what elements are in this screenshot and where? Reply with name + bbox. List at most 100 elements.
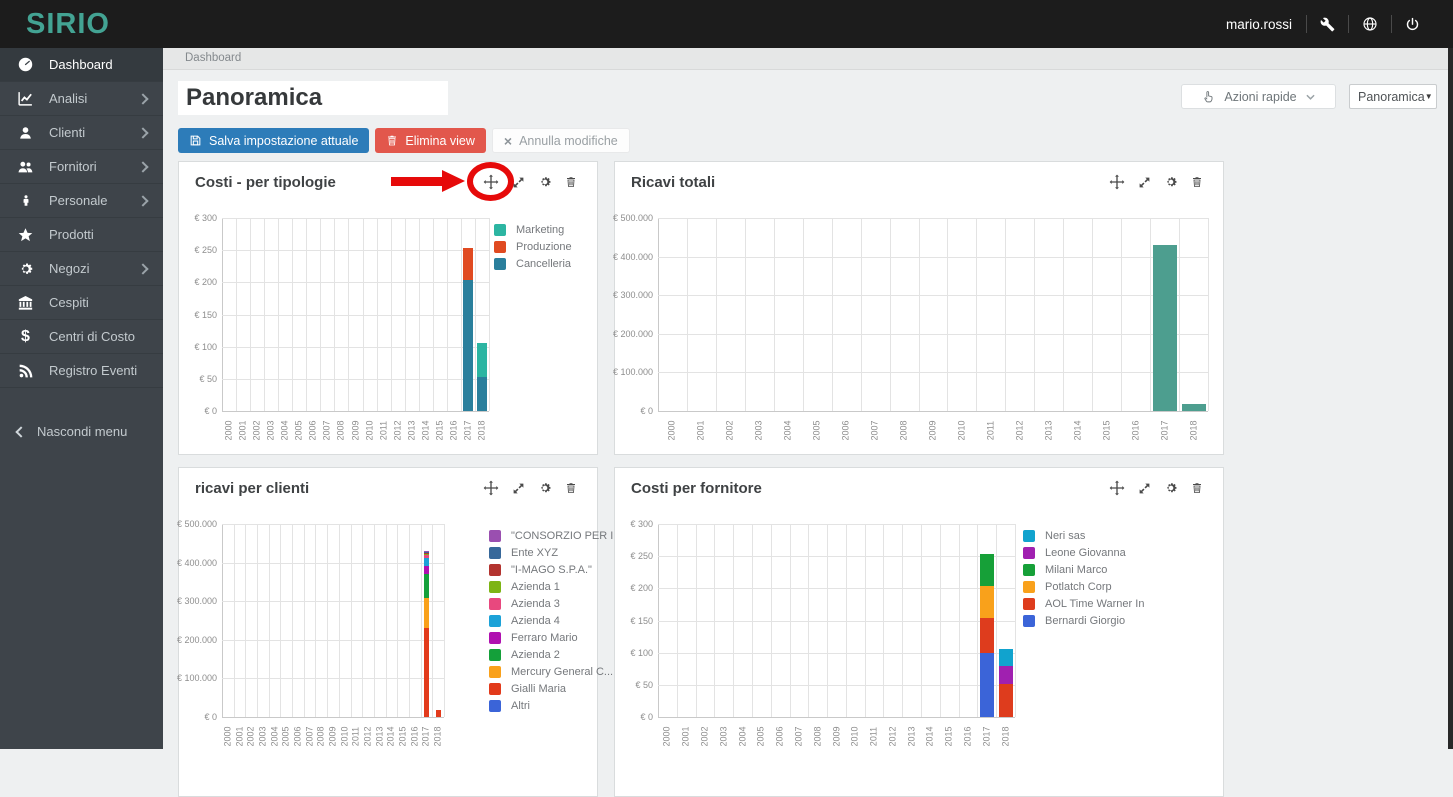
legend-item[interactable]: Altri (489, 700, 622, 712)
gridline (409, 524, 410, 717)
gridline (658, 218, 1208, 219)
legend-label: Azienda 3 (511, 598, 560, 610)
bar-segment (424, 566, 429, 574)
y-axis-tick: € 0 (177, 712, 217, 722)
save-button[interactable]: Salva impostazione attuale (178, 128, 369, 153)
collapse-menu-button[interactable]: Nascondi menu (0, 415, 163, 448)
x-axis-tick: 2005 (812, 418, 823, 444)
sidebar-item-dashboard[interactable]: Dashboard (0, 48, 163, 82)
gridline (374, 524, 375, 717)
gear-icon[interactable] (1164, 481, 1178, 495)
x-axis-tick: 2006 (775, 724, 786, 750)
expand-icon[interactable] (512, 482, 525, 495)
bar-segment (424, 552, 429, 553)
chevron-right-icon (137, 263, 148, 274)
gridline (658, 411, 1208, 412)
trash-icon[interactable] (1191, 481, 1203, 495)
gridline (222, 601, 444, 602)
move-icon[interactable] (483, 480, 499, 496)
power-icon[interactable] (1392, 17, 1433, 32)
delete-view-button[interactable]: Elimina view (375, 128, 485, 153)
gridline (222, 524, 444, 525)
expand-icon[interactable] (1138, 482, 1151, 495)
expand-icon[interactable] (1138, 176, 1151, 189)
bar-segment (424, 574, 429, 598)
legend-item[interactable]: "I-MAGO S.P.A." (489, 564, 622, 576)
gear-icon[interactable] (538, 175, 552, 189)
bar-segment (463, 248, 473, 280)
chevron-right-icon (137, 195, 148, 206)
expand-icon[interactable] (512, 176, 525, 189)
y-axis-tick: € 100.000 (613, 367, 653, 377)
panel-header: Costi per fornitore (615, 468, 1223, 508)
wrench-icon[interactable] (1307, 17, 1348, 32)
panel-title: ricavi per clienti (195, 480, 309, 497)
legend-item[interactable]: Neri sas (1023, 530, 1144, 542)
y-axis-tick: € 100.000 (177, 673, 217, 683)
legend-item[interactable]: Produzione (494, 241, 572, 253)
gridline (257, 524, 258, 717)
legend-item[interactable]: "CONSORZIO PER I... (489, 530, 622, 542)
legend-item[interactable]: Gialli Maria (489, 683, 622, 695)
move-icon[interactable] (483, 174, 499, 190)
legend-label: Leone Giovanna (1045, 547, 1126, 559)
gridline (658, 717, 1015, 718)
gridline (1015, 524, 1016, 717)
sidebar-item-registro-eventi[interactable]: Registro Eventi (0, 354, 163, 388)
legend-swatch (1023, 615, 1035, 627)
sidebar-item-clienti[interactable]: Clienti (0, 116, 163, 150)
sidebar-item-fornitori[interactable]: Fornitori (0, 150, 163, 184)
legend-item[interactable]: Cancelleria (494, 258, 572, 270)
legend-item[interactable]: Marketing (494, 224, 572, 236)
quick-actions-label: Azioni rapide (1224, 90, 1296, 104)
gridline (222, 218, 489, 219)
view-selector[interactable]: Panoramica ▼ (1349, 84, 1437, 109)
move-icon[interactable] (1109, 174, 1125, 190)
legend-swatch (1023, 598, 1035, 610)
gridline (658, 653, 1015, 654)
gear-icon[interactable] (538, 481, 552, 495)
legend-item[interactable]: Azienda 1 (489, 581, 622, 593)
gear-icon[interactable] (1164, 175, 1178, 189)
sidebar-item-prodotti[interactable]: Prodotti (0, 218, 163, 252)
x-axis-tick: 2005 (756, 724, 767, 750)
trash-icon[interactable] (1191, 175, 1203, 189)
legend-item[interactable]: Potlatch Corp (1023, 581, 1144, 593)
legend-item[interactable]: Ente XYZ (489, 547, 622, 559)
gridline (245, 524, 246, 717)
bar-segment (424, 598, 429, 628)
trash-icon[interactable] (565, 481, 577, 495)
gridline (234, 524, 235, 717)
legend-item[interactable]: Azienda 4 (489, 615, 622, 627)
page-title-input[interactable]: Panoramica (178, 81, 448, 115)
sidebar-item-label: Fornitori (49, 159, 97, 174)
legend-item[interactable]: Mercury General C... (489, 666, 622, 678)
quick-actions-button[interactable]: Azioni rapide (1181, 84, 1336, 109)
gridline (351, 524, 352, 717)
sidebar-item-personale[interactable]: Personale (0, 184, 163, 218)
x-axis-tick: 2002 (246, 724, 257, 750)
y-axis-tick: € 0 (177, 406, 217, 416)
panel-icon-group (483, 480, 577, 496)
legend-swatch (489, 530, 501, 542)
sidebar-item-centri-di-costo[interactable]: $Centri di Costo (0, 320, 163, 354)
legend-item[interactable]: Milani Marco (1023, 564, 1144, 576)
sidebar-item-negozi[interactable]: Negozi (0, 252, 163, 286)
move-icon[interactable] (1109, 480, 1125, 496)
scrollbar-track[interactable] (1448, 48, 1453, 749)
topbar: SIRIO mario.rossi (0, 0, 1453, 48)
gridline (658, 372, 1208, 373)
sidebar-item-analisi[interactable]: Analisi (0, 82, 163, 116)
globe-icon[interactable] (1349, 16, 1391, 32)
sidebar-item-cespiti[interactable]: Cespiti (0, 286, 163, 320)
legend-item[interactable]: AOL Time Warner In (1023, 598, 1144, 610)
legend-item[interactable]: Ferraro Mario (489, 632, 622, 644)
legend-item[interactable]: Azienda 2 (489, 649, 622, 661)
legend-item[interactable]: Azienda 3 (489, 598, 622, 610)
undo-changes-button[interactable]: × Annulla modifiche (492, 128, 630, 153)
legend-item[interactable]: Bernardi Giorgio (1023, 615, 1144, 627)
legend-swatch (1023, 530, 1035, 542)
panel-header: Ricavi totali (615, 162, 1223, 202)
trash-icon[interactable] (565, 175, 577, 189)
legend-item[interactable]: Leone Giovanna (1023, 547, 1144, 559)
